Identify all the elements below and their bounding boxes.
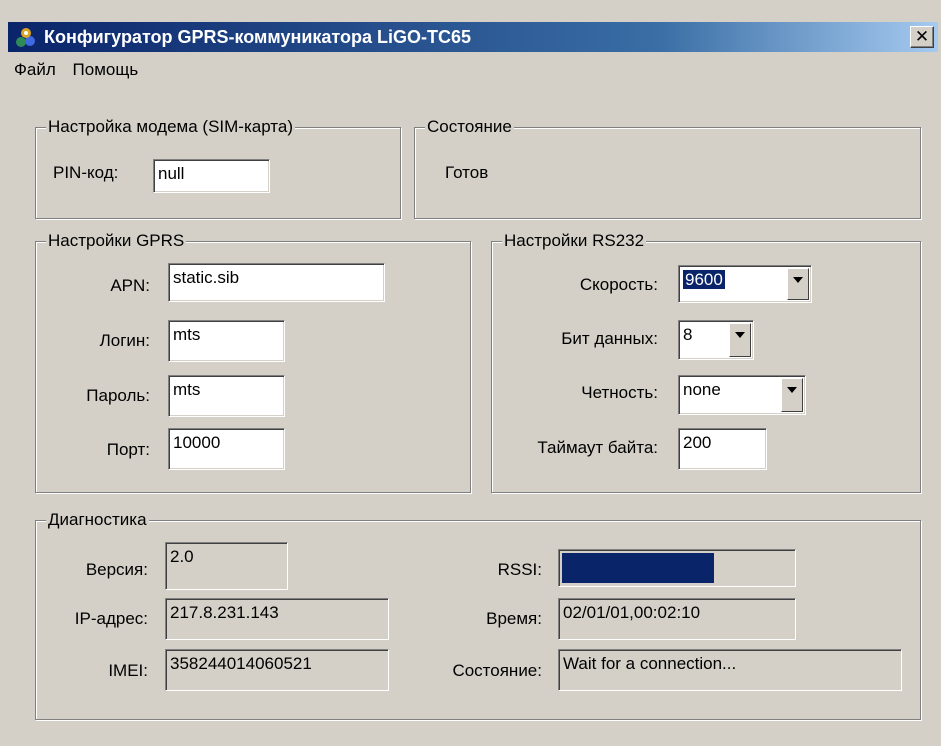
gprs-group-label: Настройки GPRS	[46, 230, 187, 252]
apn-input[interactable]: static.sib	[168, 263, 385, 302]
pin-input[interactable]: null	[153, 159, 270, 193]
ip-label: IP-адрес:	[74, 609, 148, 628]
port-input[interactable]: 10000	[168, 428, 285, 470]
diagnostics-group: Диагностика Версия: 2.0 IP-адрес: 217.8.…	[35, 509, 921, 720]
databits-label: Бит данных:	[561, 329, 658, 348]
speed-label: Скорость:	[579, 275, 658, 294]
time-field: 02/01/01,00:02:10	[558, 598, 796, 640]
status-group: Состояние Готов	[414, 116, 921, 219]
modem-group: Настройка модема (SIM-карта) PIN-код: nu…	[35, 116, 401, 219]
ip-field: 217.8.231.143	[165, 598, 389, 640]
title-bar[interactable]: Конфигуратор GPRS-коммуникатора LiGO-TC6…	[8, 22, 938, 52]
app-window: Конфигуратор GPRS-коммуникатора LiGO-TC6…	[0, 0, 941, 746]
timeout-input[interactable]: 200	[678, 428, 767, 470]
rssi-bar	[558, 549, 796, 587]
rssi-bar-fill	[562, 553, 714, 583]
speed-select[interactable]: 9600	[678, 265, 812, 303]
time-label: Время:	[486, 609, 542, 628]
close-icon: ✕	[914, 27, 930, 46]
parity-label: Четность:	[581, 383, 658, 402]
gprs-group: Настройки GPRS APN: static.sib Логин: mt…	[35, 230, 471, 493]
diagnostics-group-label: Диагностика	[46, 509, 149, 531]
apn-label: APN:	[110, 276, 150, 295]
login-label: Логин:	[99, 331, 150, 350]
menu-help[interactable]: Помощь	[67, 58, 145, 82]
state-label: Состояние:	[452, 661, 542, 680]
rs232-group: Настройки RS232 Скорость: 9600 Бит данны…	[491, 230, 921, 493]
login-input[interactable]: mts	[168, 320, 285, 362]
chevron-down-icon[interactable]	[729, 323, 751, 357]
status-text: Готов	[445, 163, 489, 182]
password-input[interactable]: mts	[168, 375, 285, 417]
databits-select[interactable]: 8	[678, 320, 754, 360]
port-label: Порт:	[106, 440, 150, 459]
menu-file[interactable]: Файл	[8, 58, 62, 82]
chevron-down-icon[interactable]	[781, 378, 803, 412]
parity-select[interactable]: none	[678, 375, 806, 415]
chevron-down-icon[interactable]	[787, 268, 809, 300]
password-label: Пароль:	[86, 386, 150, 405]
app-icon	[16, 28, 35, 47]
imei-field: 358244014060521	[165, 649, 389, 691]
speed-value: 9600	[683, 270, 725, 289]
state-field: Wait for a connection...	[558, 649, 902, 691]
modem-group-label: Настройка модема (SIM-карта)	[46, 116, 296, 138]
rs232-group-label: Настройки RS232	[502, 230, 647, 252]
status-group-label: Состояние	[425, 116, 514, 138]
databits-value: 8	[683, 325, 693, 344]
parity-value: none	[683, 380, 721, 399]
close-button[interactable]: ✕	[910, 26, 934, 48]
rssi-label: RSSI:	[497, 560, 542, 579]
pin-label: PIN-код:	[53, 163, 119, 182]
menu-bar: Файл Помощь	[8, 58, 144, 84]
imei-label: IMEI:	[108, 661, 148, 680]
version-field: 2.0	[165, 542, 288, 590]
version-label: Версия:	[85, 560, 148, 579]
timeout-label: Таймаут байта:	[537, 438, 658, 457]
window-title: Конфигуратор GPRS-коммуникатора LiGO-TC6…	[44, 27, 471, 47]
